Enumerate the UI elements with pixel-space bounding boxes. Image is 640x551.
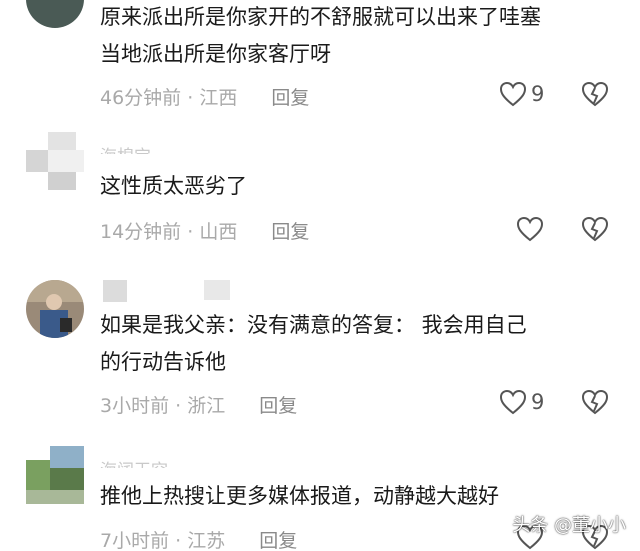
comment-time: 14分钟前 bbox=[100, 221, 182, 243]
like-button[interactable]: 9 bbox=[499, 81, 544, 107]
meta-separator: · bbox=[181, 221, 200, 243]
avatar-pixel bbox=[48, 172, 76, 190]
comment-text-line: 如果是我父亲：没有满意的答复： 我会用自己 bbox=[100, 313, 527, 337]
comment-meta: 46分钟前 · 江西 回复 bbox=[100, 83, 309, 110]
avatar-person-head bbox=[46, 294, 62, 310]
avatar-pixel bbox=[48, 150, 84, 172]
comment-time: 3小时前 bbox=[100, 395, 170, 417]
comment-location: 山西 bbox=[199, 221, 238, 243]
dislike-button[interactable] bbox=[581, 216, 609, 242]
heart-outline-icon bbox=[499, 389, 527, 415]
avatar-pixel bbox=[26, 150, 48, 172]
username[interactable]: 海棉宝 bbox=[100, 142, 151, 154]
like-count: 9 bbox=[531, 390, 545, 414]
username-mosaic bbox=[204, 280, 230, 300]
reply-button[interactable]: 回复 bbox=[259, 395, 297, 417]
watermark: 头条 @董小小 bbox=[512, 515, 626, 536]
comment-text-line: 当地派出所是你家客厅呀 bbox=[100, 42, 331, 66]
comment-meta: 7小时前 · 江苏 回复 bbox=[100, 526, 297, 551]
avatar[interactable] bbox=[26, 132, 84, 190]
dislike-button[interactable] bbox=[581, 389, 609, 415]
avatar[interactable] bbox=[26, 280, 84, 338]
avatar-pixel bbox=[50, 468, 84, 492]
like-button[interactable] bbox=[516, 216, 544, 242]
dislike-button[interactable] bbox=[581, 81, 609, 107]
like-button[interactable]: 9 bbox=[499, 389, 544, 415]
comment-item: 如果是我父亲：没有满意的答复： 我会用自己 的行动告诉他 3小时前 · 浙江 回复… bbox=[0, 260, 640, 430]
comment-location: 江西 bbox=[199, 87, 238, 109]
comment-meta: 3小时前 · 浙江 回复 bbox=[100, 391, 297, 418]
comment-time: 7小时前 bbox=[100, 530, 170, 551]
username-mosaic bbox=[103, 280, 127, 302]
avatar-pixel bbox=[26, 490, 84, 504]
comment-location: 江苏 bbox=[187, 530, 226, 551]
avatar[interactable] bbox=[26, 0, 84, 28]
avatar-pixel bbox=[48, 132, 76, 150]
avatar-object bbox=[60, 318, 72, 332]
avatar-pixel bbox=[50, 446, 84, 468]
username[interactable]: 海阔天空 bbox=[100, 456, 168, 468]
reply-button[interactable]: 回复 bbox=[271, 87, 309, 109]
heart-outline-icon bbox=[499, 81, 527, 107]
comment-text-line: 这性质太恶劣了 bbox=[100, 174, 247, 198]
comment-meta: 14分钟前 · 山西 回复 bbox=[100, 217, 309, 244]
comment-text-line: 的行动告诉他 bbox=[100, 350, 226, 374]
comment-text-line: 原来派出所是你家开的不舒服就可以出来了哇塞 bbox=[100, 5, 541, 29]
heart-outline-icon bbox=[516, 216, 544, 242]
meta-separator: · bbox=[169, 530, 188, 551]
broken-heart-icon bbox=[581, 216, 609, 242]
reply-button[interactable]: 回复 bbox=[271, 221, 309, 243]
meta-separator: · bbox=[181, 87, 200, 109]
avatar[interactable] bbox=[26, 446, 84, 504]
meta-separator: · bbox=[169, 395, 188, 417]
broken-heart-icon bbox=[581, 389, 609, 415]
comment-location: 浙江 bbox=[187, 395, 226, 417]
comment-time: 46分钟前 bbox=[100, 87, 182, 109]
comment-item: 海棉宝 这性质太恶劣了 14分钟前 · 山西 回复 bbox=[0, 120, 640, 260]
broken-heart-icon bbox=[581, 81, 609, 107]
like-count: 9 bbox=[531, 82, 545, 106]
avatar-pixel bbox=[26, 460, 50, 490]
comment-text-line: 推他上热搜让更多媒体报道，动静越大越好 bbox=[100, 484, 499, 508]
reply-button[interactable]: 回复 bbox=[259, 530, 297, 551]
comment-item: 原来派出所是你家开的不舒服就可以出来了哇塞 当地派出所是你家客厅呀 46分钟前 … bbox=[0, 0, 640, 120]
